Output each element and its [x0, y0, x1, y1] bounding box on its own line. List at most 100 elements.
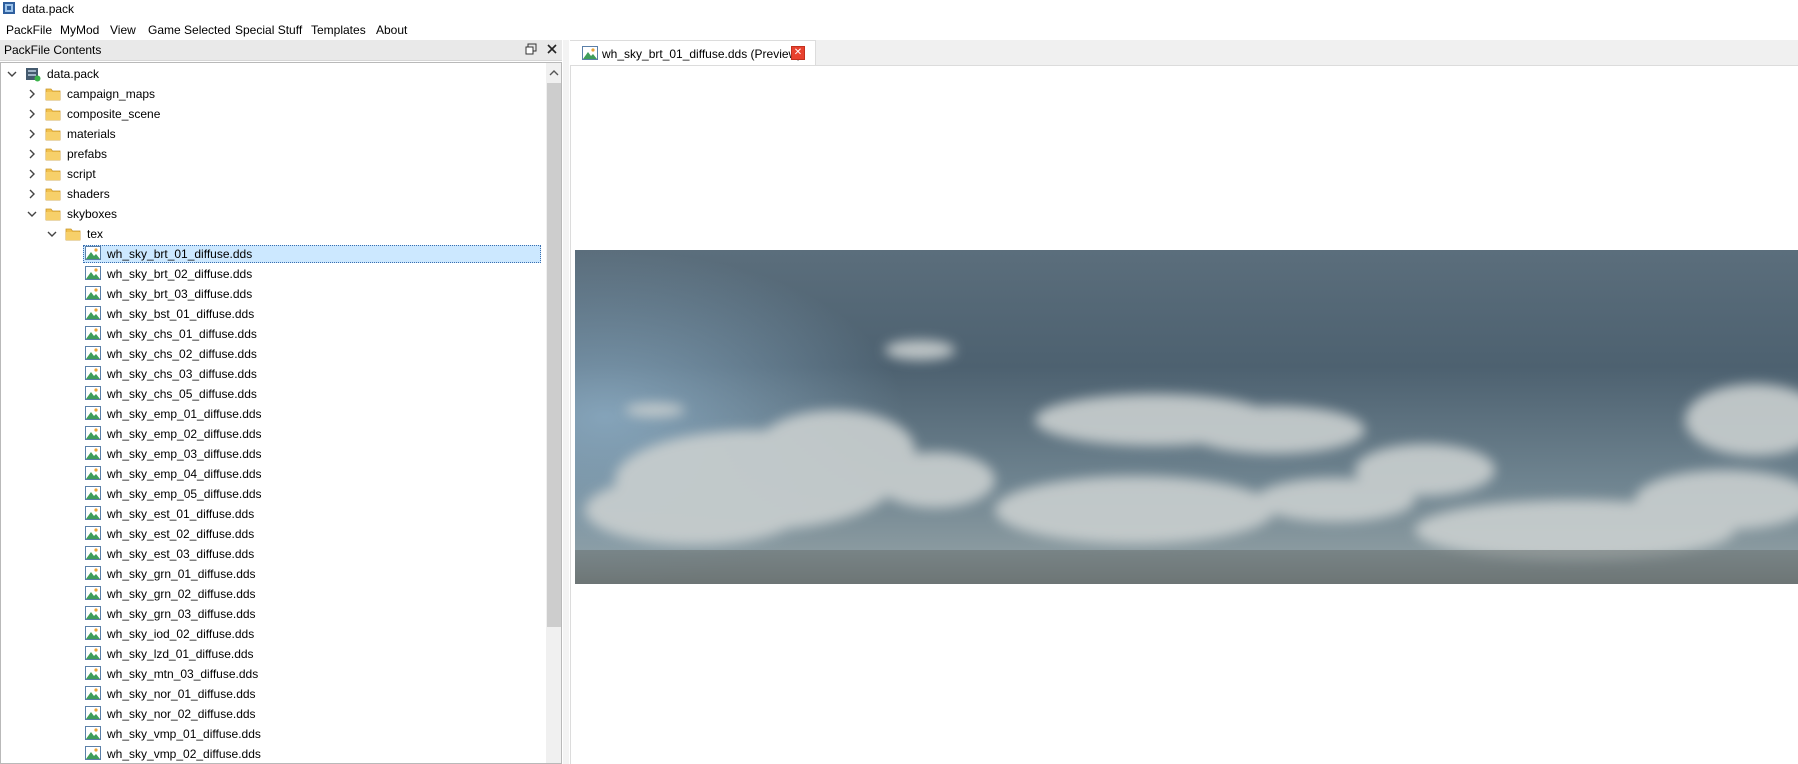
tree-folder[interactable]: prefabs: [1, 144, 541, 164]
tree-item-label: tex: [87, 227, 104, 241]
chevron-right-icon[interactable]: [25, 167, 39, 181]
menu-templates[interactable]: Templates: [311, 23, 366, 37]
tree-item-label: data.pack: [47, 67, 100, 81]
tree-file[interactable]: wh_sky_iod_02_diffuse.dds: [1, 624, 541, 644]
tree-file[interactable]: wh_sky_brt_03_diffuse.dds: [1, 284, 541, 304]
image-file-icon: [85, 406, 101, 422]
tree-file[interactable]: wh_sky_chs_02_diffuse.dds: [1, 344, 541, 364]
image-file-icon: [85, 326, 101, 342]
folder-icon: [45, 166, 61, 182]
scrollbar-thumb[interactable]: [547, 83, 561, 627]
menu-mymod[interactable]: MyMod: [60, 23, 99, 37]
tree-folder-expanded[interactable]: skyboxes: [1, 204, 541, 224]
float-icon[interactable]: [524, 43, 538, 57]
tree-file[interactable]: wh_sky_grn_02_diffuse.dds: [1, 584, 541, 604]
tree-file[interactable]: wh_sky_brt_01_diffuse.dds: [1, 244, 541, 264]
image-file-icon: [85, 286, 101, 302]
tree-file[interactable]: wh_sky_emp_04_diffuse.dds: [1, 464, 541, 484]
tree-file[interactable]: wh_sky_brt_02_diffuse.dds: [1, 264, 541, 284]
tree-file[interactable]: wh_sky_grn_03_diffuse.dds: [1, 604, 541, 624]
menu-game-selected[interactable]: Game Selected: [148, 23, 231, 37]
tree-item-label: wh_sky_est_03_diffuse.dds: [107, 547, 255, 561]
tab-bar: wh_sky_brt_01_diffuse.dds (Preview) ✕: [570, 40, 1798, 66]
tree-file[interactable]: wh_sky_nor_02_diffuse.dds: [1, 704, 541, 724]
tree-root[interactable]: data.pack: [1, 64, 541, 84]
tree-item-label: wh_sky_brt_03_diffuse.dds: [107, 287, 253, 301]
tree-folder[interactable]: materials: [1, 124, 541, 144]
tree-file[interactable]: wh_sky_vmp_02_diffuse.dds: [1, 744, 541, 763]
tree-item-label: wh_sky_grn_01_diffuse.dds: [107, 567, 256, 581]
menu-packfile[interactable]: PackFile: [6, 23, 52, 37]
tree-item-label: composite_scene: [67, 107, 161, 121]
tree-file[interactable]: wh_sky_nor_01_diffuse.dds: [1, 684, 541, 704]
tree-file[interactable]: wh_sky_est_01_diffuse.dds: [1, 504, 541, 524]
image-file-icon: [85, 306, 101, 322]
tree-item-label: wh_sky_emp_01_diffuse.dds: [107, 407, 262, 421]
tree-file[interactable]: wh_sky_vmp_01_diffuse.dds: [1, 724, 541, 744]
tree-file[interactable]: wh_sky_emp_05_diffuse.dds: [1, 484, 541, 504]
tree-item-label: materials: [67, 127, 116, 141]
menu-view[interactable]: View: [110, 23, 136, 37]
image-file-icon: [85, 386, 101, 402]
tree-item-label: wh_sky_emp_02_diffuse.dds: [107, 427, 262, 441]
tree-subfolder[interactable]: tex: [1, 224, 541, 244]
image-file-icon: [85, 266, 101, 282]
menu-special-stuff[interactable]: Special Stuff: [235, 23, 302, 37]
tree-item-label: wh_sky_est_02_diffuse.dds: [107, 527, 255, 541]
tree-item-label: wh_sky_brt_01_diffuse.dds: [107, 247, 253, 261]
dock-title: PackFile Contents: [4, 43, 102, 57]
folder-icon: [65, 226, 81, 242]
tree-folder[interactable]: shaders: [1, 184, 541, 204]
tree-item-label: campaign_maps: [67, 87, 156, 101]
tree-file[interactable]: wh_sky_emp_03_diffuse.dds: [1, 444, 541, 464]
tree-item-label: wh_sky_lzd_01_diffuse.dds: [107, 647, 254, 661]
tree-item-label: wh_sky_nor_02_diffuse.dds: [107, 707, 256, 721]
folder-icon: [45, 126, 61, 142]
chevron-right-icon[interactable]: [25, 147, 39, 161]
image-file-icon: [85, 726, 101, 742]
tree-file[interactable]: wh_sky_est_02_diffuse.dds: [1, 524, 541, 544]
tree-folder[interactable]: composite_scene: [1, 104, 541, 124]
panel-splitter[interactable]: [563, 40, 569, 764]
tree-item-label: wh_sky_emp_05_diffuse.dds: [107, 487, 262, 501]
chevron-right-icon[interactable]: [25, 127, 39, 141]
tree-item-label: wh_sky_bst_01_diffuse.dds: [107, 307, 255, 321]
tree-item-label: wh_sky_nor_01_diffuse.dds: [107, 687, 256, 701]
tree-file[interactable]: wh_sky_lzd_01_diffuse.dds: [1, 644, 541, 664]
tree-folder[interactable]: script: [1, 164, 541, 184]
chevron-right-icon[interactable]: [25, 107, 39, 121]
tab-preview[interactable]: wh_sky_brt_01_diffuse.dds (Preview) ✕: [570, 40, 816, 65]
tree-file[interactable]: wh_sky_est_03_diffuse.dds: [1, 544, 541, 564]
chevron-right-icon[interactable]: [25, 187, 39, 201]
scroll-up-icon[interactable]: [548, 67, 560, 79]
tree-file[interactable]: wh_sky_mtn_03_diffuse.dds: [1, 664, 541, 684]
menu-about[interactable]: About: [376, 23, 407, 37]
tree-item-label: prefabs: [67, 147, 108, 161]
tree-item-label: wh_sky_grn_02_diffuse.dds: [107, 587, 256, 601]
tree-file[interactable]: wh_sky_chs_03_diffuse.dds: [1, 364, 541, 384]
close-icon[interactable]: [545, 43, 559, 57]
packfile-tree[interactable]: data.pack campaign_maps composite_scenemat…: [0, 62, 562, 764]
tree-folder[interactable]: campaign_maps: [1, 84, 541, 104]
tree-item-label: wh_sky_chs_01_diffuse.dds: [107, 327, 257, 341]
image-file-icon: [85, 486, 101, 502]
tab-close-icon[interactable]: ✕: [791, 46, 805, 60]
tree-scrollbar[interactable]: [546, 63, 561, 763]
tree-file[interactable]: wh_sky_bst_01_diffuse.dds: [1, 304, 541, 324]
image-file-icon: [85, 706, 101, 722]
chevron-down-icon[interactable]: [5, 67, 19, 81]
chevron-down-icon[interactable]: [25, 207, 39, 221]
image-file-icon: [85, 686, 101, 702]
tree-item-label: wh_sky_brt_02_diffuse.dds: [107, 267, 253, 281]
tree-file[interactable]: wh_sky_emp_02_diffuse.dds: [1, 424, 541, 444]
chevron-right-icon[interactable]: [25, 87, 39, 101]
image-file-icon: [85, 546, 101, 562]
chevron-down-icon[interactable]: [45, 227, 59, 241]
tree-file[interactable]: wh_sky_chs_05_diffuse.dds: [1, 384, 541, 404]
image-file-icon: [85, 746, 101, 762]
tree-file[interactable]: wh_sky_grn_01_diffuse.dds: [1, 564, 541, 584]
tree-file[interactable]: wh_sky_chs_01_diffuse.dds: [1, 324, 541, 344]
tree-file[interactable]: wh_sky_emp_01_diffuse.dds: [1, 404, 541, 424]
folder-icon: [45, 206, 61, 222]
image-file-icon: [85, 526, 101, 542]
